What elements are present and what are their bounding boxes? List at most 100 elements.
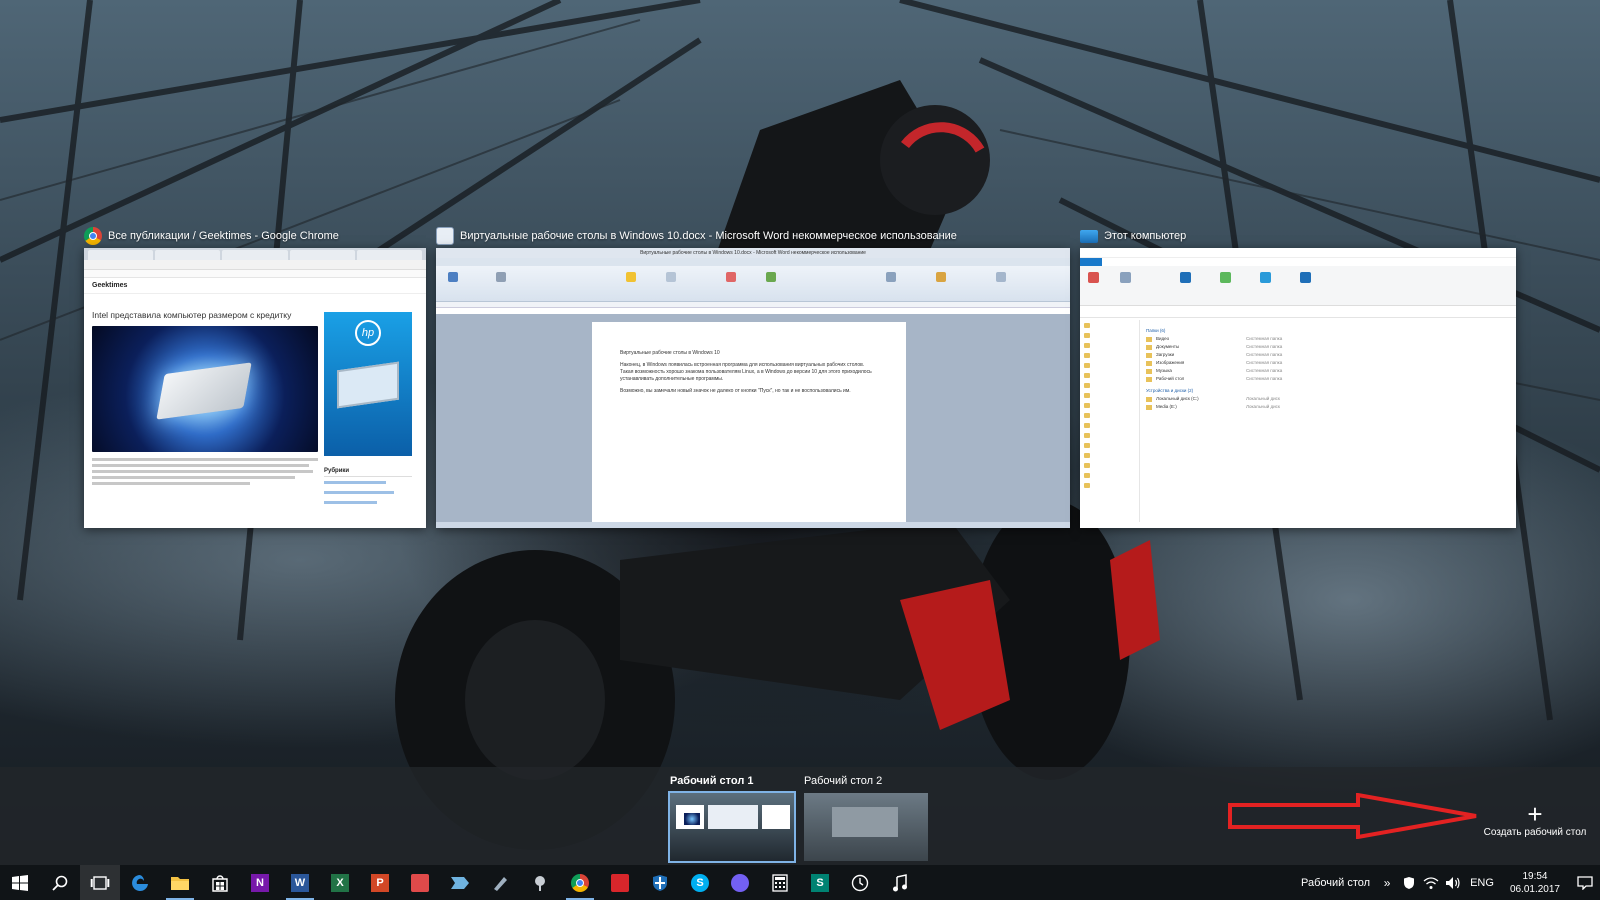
word-button[interactable]: W <box>280 865 320 900</box>
action-center-icon[interactable] <box>1570 865 1600 900</box>
drives-group-header: Устройства и диски (2) <box>1146 388 1194 393</box>
onenote-icon: N <box>251 873 269 892</box>
plus-icon: + <box>1527 799 1543 829</box>
drive-row: Media (E:) Локальный диск <box>1146 404 1508 412</box>
new-desktop-button[interactable]: + Создать рабочий стол <box>1480 799 1590 845</box>
folders-group-header: Папки (6) <box>1146 328 1166 333</box>
skype-button[interactable]: S <box>680 865 720 900</box>
folder-row: Загрузки Системная папка <box>1146 352 1508 360</box>
folder-row: Изображения Системная папка <box>1146 360 1508 368</box>
music-button[interactable] <box>880 865 920 900</box>
red-app-icon <box>611 873 629 892</box>
desktop-1-thumbnail[interactable] <box>668 791 796 863</box>
explorer-button[interactable] <box>160 865 200 900</box>
window-chrome[interactable]: Все публикации / Geektimes - Google Chro… <box>84 227 426 528</box>
word-ruler <box>436 302 1070 308</box>
desktop-2-label: Рабочий стол 2 <box>804 775 883 787</box>
window-word[interactable]: Виртуальные рабочие столы в Windows 10.d… <box>436 227 1070 528</box>
task-view-button[interactable] <box>80 865 120 900</box>
alarms-button[interactable] <box>840 865 880 900</box>
paint-button[interactable] <box>400 865 440 900</box>
paint-icon <box>411 873 429 892</box>
explorer-file-tab <box>1080 258 1102 266</box>
window-chrome-title[interactable]: Все публикации / Geektimes - Google Chro… <box>84 226 339 246</box>
sway-icon: S <box>811 873 829 892</box>
calculator-button[interactable] <box>760 865 800 900</box>
chrome-button[interactable] <box>560 865 600 900</box>
excel-button[interactable]: X <box>320 865 360 900</box>
article-headline: Intel представила компьютер размером с к… <box>92 310 292 320</box>
window-explorer-title[interactable]: Этот компьютер <box>1080 226 1186 246</box>
explorer-ribbon <box>1080 266 1516 306</box>
word-page: Виртуальные рабочие столы в Windows 10 Н… <box>592 322 906 522</box>
desktop-2-thumbnail[interactable] <box>804 793 928 861</box>
store-button[interactable] <box>200 865 240 900</box>
drive-row: Локальный диск (C:) Локальный диск <box>1146 396 1508 404</box>
powerpoint-button[interactable]: P <box>360 865 400 900</box>
doc-paragraph-title: Виртуальные рабочие столы в Windows 10 <box>620 350 720 356</box>
defender-button[interactable] <box>640 865 680 900</box>
skype-icon: S <box>691 873 709 892</box>
arrow-app-icon <box>451 876 469 889</box>
onenote-button[interactable]: N <box>240 865 280 900</box>
sway-button[interactable]: S <box>800 865 840 900</box>
edge-icon <box>132 874 148 891</box>
chrome-icon <box>571 873 589 892</box>
window-explorer-title-text: Этот компьютер <box>1104 230 1187 242</box>
windows-icon <box>12 874 28 891</box>
folder-row: Музыка Системная папка <box>1146 368 1508 376</box>
word-document-area: Виртуальные рабочие столы в Windows 10 Н… <box>436 314 1070 522</box>
new-desktop-label: Создать рабочий стол <box>1483 827 1587 838</box>
search-icon <box>52 875 68 891</box>
app-pen-button[interactable] <box>480 865 520 900</box>
taskbar: N W X P S S Рабочий стол » ENG 19:54 06.… <box>0 865 1600 900</box>
system-tray: Рабочий стол » ENG 19:54 06.01.2017 <box>1295 865 1600 900</box>
explorer-titlebar <box>1080 248 1516 258</box>
app-brush-button[interactable] <box>520 865 560 900</box>
window-word-title[interactable]: Виртуальные рабочие столы в Windows 10.d… <box>436 226 957 246</box>
doc-paragraph-1: Наконец, в Windows появилась встроенная … <box>620 362 872 382</box>
hp-advertisement: hp <box>324 312 412 456</box>
folder-icon <box>171 876 189 890</box>
wifi-icon[interactable] <box>1420 865 1442 900</box>
clock[interactable]: 19:54 06.01.2017 <box>1500 870 1570 896</box>
article-text-lines <box>92 458 318 485</box>
app-red-button[interactable] <box>600 865 640 900</box>
edge-button[interactable] <box>120 865 160 900</box>
clock-icon <box>851 874 869 891</box>
window-word-thumbnail[interactable]: Виртуальные рабочие столы в Windows 10.d… <box>436 248 1070 528</box>
defender-tray-icon[interactable] <box>1398 865 1420 900</box>
powerpoint-icon: P <box>371 873 389 892</box>
viber-icon <box>731 873 749 892</box>
desktop-1-label: Рабочий стол 1 <box>670 775 754 787</box>
article: Intel представила компьютер размером с к… <box>92 310 318 488</box>
app-arrow-button[interactable] <box>440 865 480 900</box>
clock-date: 06.01.2017 <box>1509 883 1560 895</box>
window-explorer[interactable]: Этот компьютер Папки (6) Видео Системная … <box>1080 229 1516 528</box>
chrome-icon <box>84 227 102 245</box>
desktop-toolbar-label[interactable]: Рабочий стол <box>1295 877 1376 889</box>
chevron-up-icon[interactable]: » <box>1376 865 1398 900</box>
word-ribbon <box>436 266 1070 302</box>
window-chrome-thumbnail[interactable]: Geektimes Intel представила компьютер ра… <box>84 248 426 528</box>
article-hero-image <box>92 326 318 452</box>
doc-paragraph-2: Возможно, вы замечали новый значок не да… <box>620 388 851 394</box>
chrome-address-bar <box>84 260 426 270</box>
calculator-icon <box>772 873 788 892</box>
site-logo: Geektimes <box>92 282 128 289</box>
window-explorer-thumbnail[interactable]: Папки (6) Видео Системная папка Документы… <box>1080 248 1516 528</box>
search-button[interactable] <box>40 865 80 900</box>
viber-button[interactable] <box>720 865 760 900</box>
language-indicator[interactable]: ENG <box>1464 877 1500 889</box>
hp-logo: hp <box>355 320 381 346</box>
laptop-image <box>337 361 399 409</box>
shield-icon <box>653 874 667 891</box>
annotation-arrow <box>1228 793 1477 839</box>
start-button[interactable] <box>0 865 40 900</box>
task-view-icon <box>90 875 110 890</box>
store-icon <box>212 874 228 892</box>
sidebar-rubrics: Рубрики <box>324 468 412 511</box>
excel-icon: X <box>331 873 349 892</box>
word-icon: W <box>291 873 309 892</box>
volume-icon[interactable] <box>1442 865 1464 900</box>
